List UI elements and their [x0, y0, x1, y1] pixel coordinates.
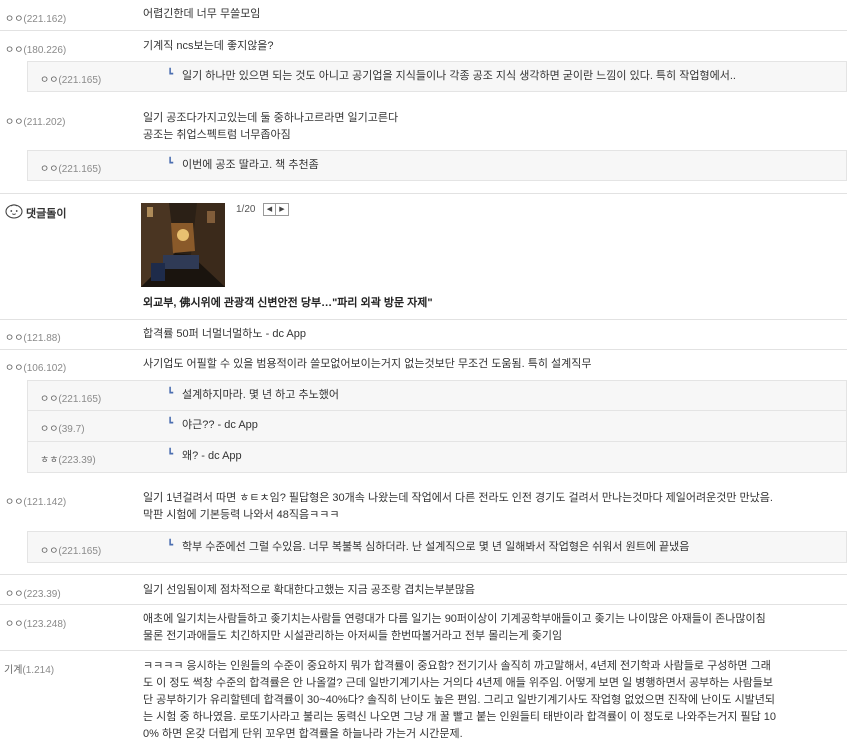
comment-text: 기계직 ncs보는데 좋지않을? — [143, 40, 274, 52]
reply-arrow-icon: ┗ — [167, 388, 174, 399]
reply-text: 이번에 공조 딸라고. 책 추천좀 — [182, 159, 319, 171]
bot-name[interactable]: 댓글돌이 — [26, 205, 66, 221]
reply-arrow-icon: ┗ — [167, 540, 174, 551]
comment-text: 일기 공조다가지고있는데 둘 중하나고르라면 일기고른다 공조는 취업스펙트럼 … — [143, 112, 399, 141]
reply-row: ㅇㅇ(221.165) ┗ 설계하지마라. 몇 년 하고 추노했어 — [27, 380, 847, 411]
reply-row: ㅇㅇ(221.165) ┗ 이번에 공조 딸라고. 책 추천좀 — [27, 150, 847, 181]
reply-row: ㅇㅇ(221.165) ┗ 학부 수준에선 그럴 수있음. 너무 복불복 심하더… — [27, 531, 847, 563]
news-pager-buttons: ◀ ▶ — [263, 203, 289, 216]
comment-author[interactable]: ㅇㅇ(223.39) — [5, 585, 61, 600]
reply-text: 일기 하나만 있으면 되는 것도 아니고 공기업을 지식들이나 각종 공조 지식… — [182, 70, 736, 82]
reply-arrow-icon: ┗ — [167, 418, 174, 429]
news-headline-link[interactable]: 외교부, 佛시위에 관광객 신변안전 당부…"파리 외곽 방문 자제" — [143, 294, 433, 310]
comment-author[interactable]: ㅇㅇ(121.142) — [5, 493, 66, 508]
comment-row: 기계(1.214) ㅋㅋㅋㅋ 응시하는 인원들의 수준이 중요하지 뭐가 합격률… — [0, 651, 847, 740]
comment-author[interactable]: ㅇㅇ(121.88) — [5, 329, 61, 344]
comment-text: 일기 선임됨이제 점차적으로 확대한다고했는 지금 공조랑 겹치는부분많음 — [143, 584, 476, 596]
news-thumbnail-image — [141, 203, 225, 287]
reply-arrow-icon: ┗ — [167, 69, 174, 80]
reply-author[interactable]: ㅇㅇ(221.165) — [40, 160, 101, 175]
reply-arrow-icon: ┗ — [167, 449, 174, 460]
comment-author[interactable]: ㅇㅇ(106.102) — [5, 359, 66, 374]
comment-text: 애초에 일기치는사람들하고 좆기치는사람들 연령대가 다름 일기는 90퍼이상이… — [143, 613, 766, 642]
reply-row: ㅇㅇ(221.165) ┗ 일기 하나만 있으면 되는 것도 아니고 공기업을 … — [27, 61, 847, 92]
comment-row: ㅇㅇ(123.248) 애초에 일기치는사람들하고 좆기치는사람들 연령대가 다… — [0, 605, 847, 651]
reply-author[interactable]: ㅎㅎ(223.39) — [40, 451, 96, 466]
reply-author[interactable]: ㅇㅇ(221.165) — [40, 542, 101, 557]
reply-row: ㅇㅇ(39.7) ┗ 야근?? - dc App — [27, 411, 847, 442]
comment-text: 어렵긴한데 너무 무쓸모임 — [143, 8, 261, 20]
comment-row: ㅇㅇ(211.202) 일기 공조다가지고있는데 둘 중하나고르라면 일기고른다… — [0, 103, 847, 150]
comment-author[interactable]: 기계(1.214) — [4, 661, 54, 676]
reply-row: ㅎㅎ(223.39) ┗ 왜? - dc App — [27, 442, 847, 473]
comment-row: ㅇㅇ(221.162) 어렵긴한데 너무 무쓸모임 — [0, 0, 847, 31]
comment-text: 일기 1년걸려서 따면 ㅎㅌㅊ임? 필답형은 30개속 나왔는데 작업에서 다른… — [143, 492, 773, 521]
comment-row: ㅇㅇ(106.102) 사기업도 어필할 수 있을 범용적이라 쓸모없어보이는거… — [0, 350, 847, 380]
news-thumbnail[interactable] — [141, 203, 225, 287]
comment-text: 사기업도 어필할 수 있을 범용적이라 쓸모없어보이는거지 없는것보단 무조건 … — [143, 358, 592, 370]
reply-text: 설계하지마라. 몇 년 하고 추노했어 — [182, 389, 339, 401]
comment-text: 합격률 50퍼 너멀너멀하노 - dc App — [143, 328, 306, 340]
reply-text: 야근?? - dc App — [182, 419, 258, 431]
comment-author[interactable]: ㅇㅇ(123.248) — [5, 615, 66, 630]
bot-face-icon — [5, 204, 23, 219]
reply-text: 학부 수준에선 그럴 수있음. 너무 복불복 심하더라. 난 설계직으로 몇 년… — [182, 541, 690, 553]
reply-author[interactable]: ㅇㅇ(221.165) — [40, 390, 101, 405]
comment-row: ㅇㅇ(121.88) 합격률 50퍼 너멀너멀하노 - dc App — [0, 320, 847, 350]
prev-news-button[interactable]: ◀ — [263, 203, 276, 216]
comment-row: ㅇㅇ(223.39) 일기 선임됨이제 점차적으로 확대한다고했는 지금 공조랑… — [0, 574, 847, 605]
reply-arrow-icon: ┗ — [167, 158, 174, 169]
comment-row: ㅇㅇ(121.142) 일기 1년걸려서 따면 ㅎㅌㅊ임? 필답형은 30개속 … — [0, 484, 847, 531]
comment-row: ㅇㅇ(180.226) 기계직 ncs보는데 좋지않을? — [0, 31, 847, 61]
news-pager-count: 1/20 — [236, 204, 256, 215]
reply-author[interactable]: ㅇㅇ(39.7) — [40, 420, 85, 435]
comment-author[interactable]: ㅇㅇ(221.162) — [5, 10, 66, 25]
reply-text: 왜? - dc App — [182, 450, 242, 462]
comment-author[interactable]: ㅇㅇ(211.202) — [5, 113, 65, 128]
next-news-button[interactable]: ▶ — [276, 203, 289, 216]
reply-author[interactable]: ㅇㅇ(221.165) — [40, 71, 101, 86]
comment-text: ㅋㅋㅋㅋ 응시하는 인원들의 수준이 중요하지 뭐가 합격률이 중요함? 전기기… — [143, 660, 777, 740]
comment-author[interactable]: ㅇㅇ(180.226) — [5, 41, 66, 56]
